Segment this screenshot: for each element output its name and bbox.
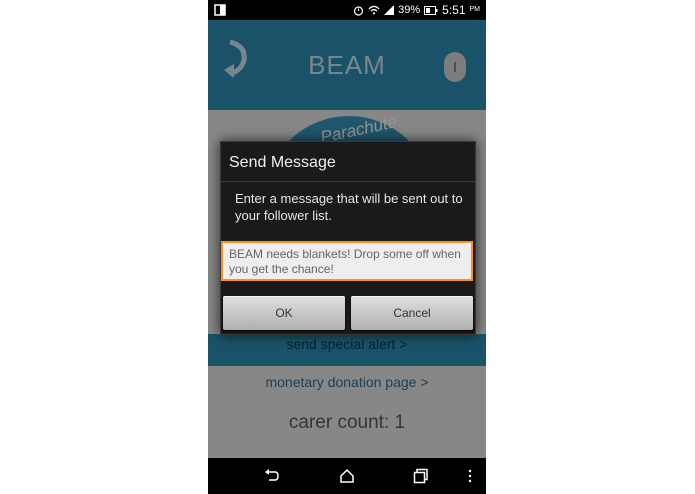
battery-icon xyxy=(424,5,438,15)
message-input[interactable]: BEAM needs blankets! Drop some off when … xyxy=(221,241,473,281)
send-message-dialog: Send Message Enter a message that will b… xyxy=(220,141,476,335)
status-time: 5:51 xyxy=(442,3,466,17)
phone-screen: 39% 5:51 PM BEAM Parachute send special … xyxy=(208,0,486,494)
dialog-title: Send Message xyxy=(229,154,336,171)
battery-percent: 39% xyxy=(398,4,421,16)
dialog-message: Enter a message that will be sent out to… xyxy=(235,191,463,223)
home-icon[interactable] xyxy=(339,468,355,484)
nav-bar xyxy=(208,458,486,494)
status-icons: 39% 5:51 PM xyxy=(353,3,480,17)
signal-icon xyxy=(384,5,395,15)
dialog-divider xyxy=(221,181,475,182)
back-icon[interactable] xyxy=(264,468,280,484)
sim-icon xyxy=(214,4,226,16)
status-bar: 39% 5:51 PM xyxy=(208,0,486,20)
cancel-button[interactable]: Cancel xyxy=(351,296,473,330)
status-time-suffix: PM xyxy=(469,6,481,13)
ok-button[interactable]: OK xyxy=(223,296,345,330)
menu-icon[interactable] xyxy=(466,468,474,484)
recents-icon[interactable] xyxy=(413,468,429,484)
wifi-icon xyxy=(368,5,380,15)
alarm-icon xyxy=(354,5,364,16)
dialog-buttons: OK Cancel xyxy=(221,292,475,334)
